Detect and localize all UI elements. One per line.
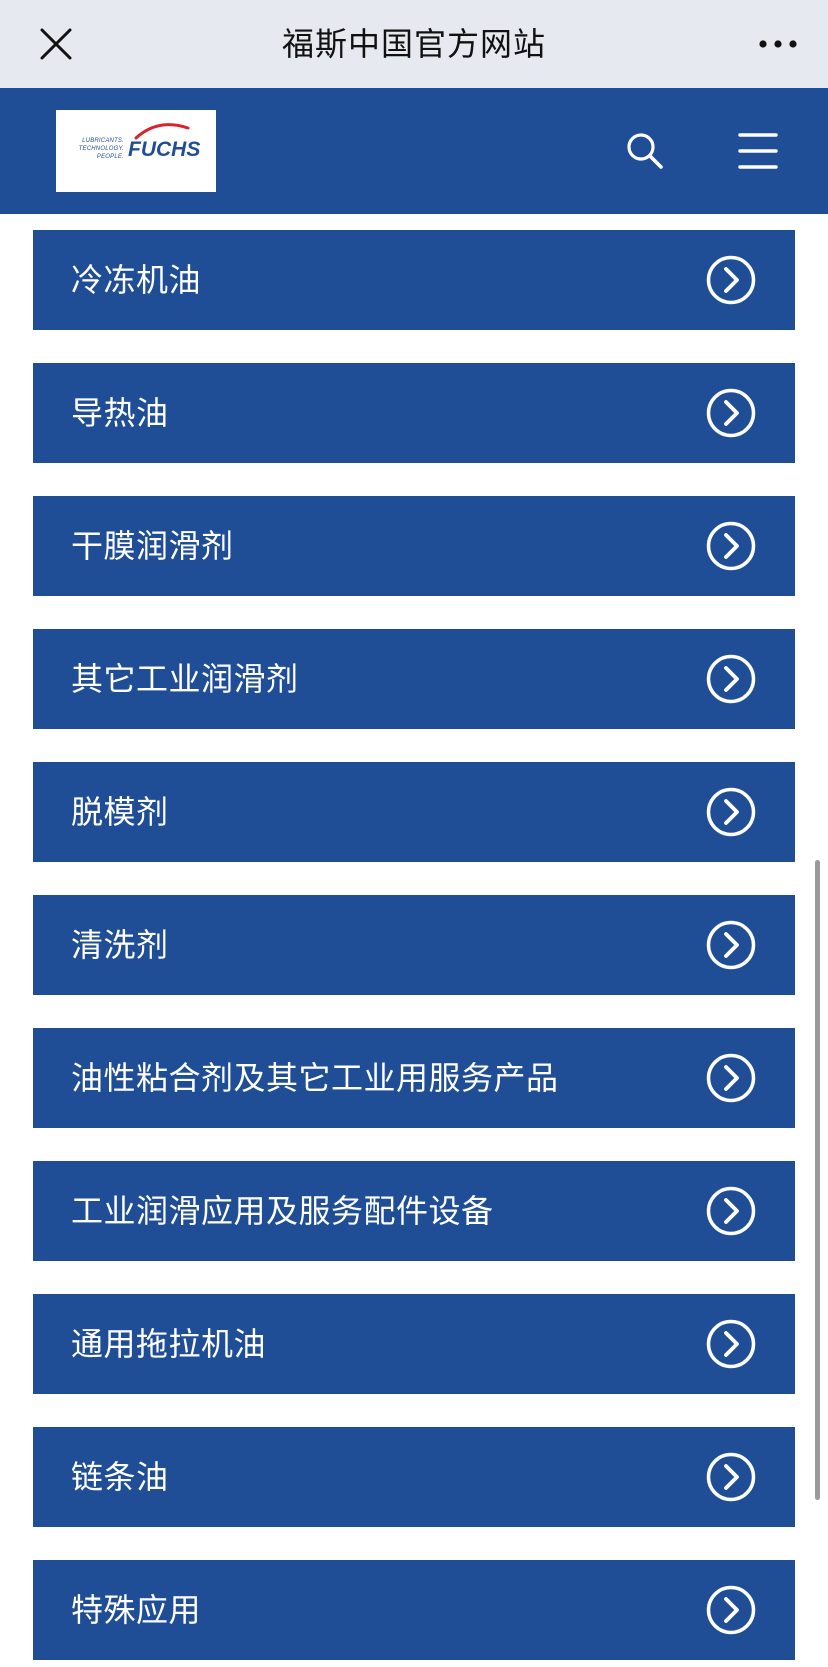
chevron-right-circle-icon xyxy=(706,521,756,571)
category-label: 油性粘合剂及其它工业用服务产品 xyxy=(71,1059,559,1097)
chevron-right-circle-icon xyxy=(706,1585,756,1635)
category-label: 链条油 xyxy=(71,1458,169,1496)
logo-swoosh-icon xyxy=(134,123,190,140)
hamburger-menu-icon xyxy=(738,133,778,169)
top-bar: 福斯中国官方网站 xyxy=(0,0,828,88)
category-label: 特殊应用 xyxy=(71,1591,202,1629)
chevron-right-circle-icon xyxy=(706,920,756,970)
category-item[interactable]: 脱模剂 xyxy=(33,762,795,862)
category-item[interactable]: 通用拖拉机油 xyxy=(33,1294,795,1394)
close-icon xyxy=(40,28,72,60)
chevron-right-circle-icon xyxy=(706,388,756,438)
category-label: 通用拖拉机油 xyxy=(71,1325,267,1363)
category-label: 冷冻机油 xyxy=(71,261,202,299)
category-label: 其它工业润滑剂 xyxy=(71,660,299,698)
chevron-right-circle-icon xyxy=(706,1186,756,1236)
scrollbar[interactable] xyxy=(815,860,820,1500)
category-item[interactable]: 特殊应用 xyxy=(33,1560,795,1660)
chevron-right-circle-icon xyxy=(706,1053,756,1103)
chevron-right-circle-icon xyxy=(706,654,756,704)
category-label: 导热油 xyxy=(71,394,169,432)
category-item[interactable]: 导热油 xyxy=(33,363,795,463)
category-item[interactable]: 其它工业润滑剂 xyxy=(33,629,795,729)
close-button[interactable] xyxy=(30,18,82,70)
chevron-right-circle-icon xyxy=(706,1319,756,1369)
search-button[interactable] xyxy=(618,124,672,178)
category-item[interactable]: 工业润滑应用及服务配件设备 xyxy=(33,1161,795,1261)
category-item[interactable]: 油性粘合剂及其它工业用服务产品 xyxy=(33,1028,795,1128)
more-button[interactable] xyxy=(750,18,806,70)
chevron-right-circle-icon xyxy=(706,787,756,837)
chevron-right-circle-icon xyxy=(706,1452,756,1502)
category-label: 工业润滑应用及服务配件设备 xyxy=(71,1192,494,1230)
category-label: 脱模剂 xyxy=(71,793,169,831)
chevron-right-circle-icon xyxy=(706,255,756,305)
fuchs-logo[interactable]: LUBRICANTS. TECHNOLOGY. PEOPLE. FUCHS xyxy=(56,110,216,192)
category-label: 干膜润滑剂 xyxy=(71,527,234,565)
logo-wordmark: FUCHS xyxy=(128,138,201,161)
more-dots-icon xyxy=(759,40,797,48)
menu-button[interactable] xyxy=(732,124,784,178)
category-item[interactable]: 干膜润滑剂 xyxy=(33,496,795,596)
category-item[interactable]: 清洗剂 xyxy=(33,895,795,995)
category-label: 清洗剂 xyxy=(71,926,169,964)
search-icon xyxy=(627,133,663,169)
category-item[interactable]: 冷冻机油 xyxy=(33,230,795,330)
category-item[interactable]: 链条油 xyxy=(33,1427,795,1527)
logo-tagline: LUBRICANTS. TECHNOLOGY. PEOPLE. xyxy=(78,138,124,160)
site-header: LUBRICANTS. TECHNOLOGY. PEOPLE. FUCHS xyxy=(0,88,828,214)
page-title: 福斯中国官方网站 xyxy=(281,25,546,63)
